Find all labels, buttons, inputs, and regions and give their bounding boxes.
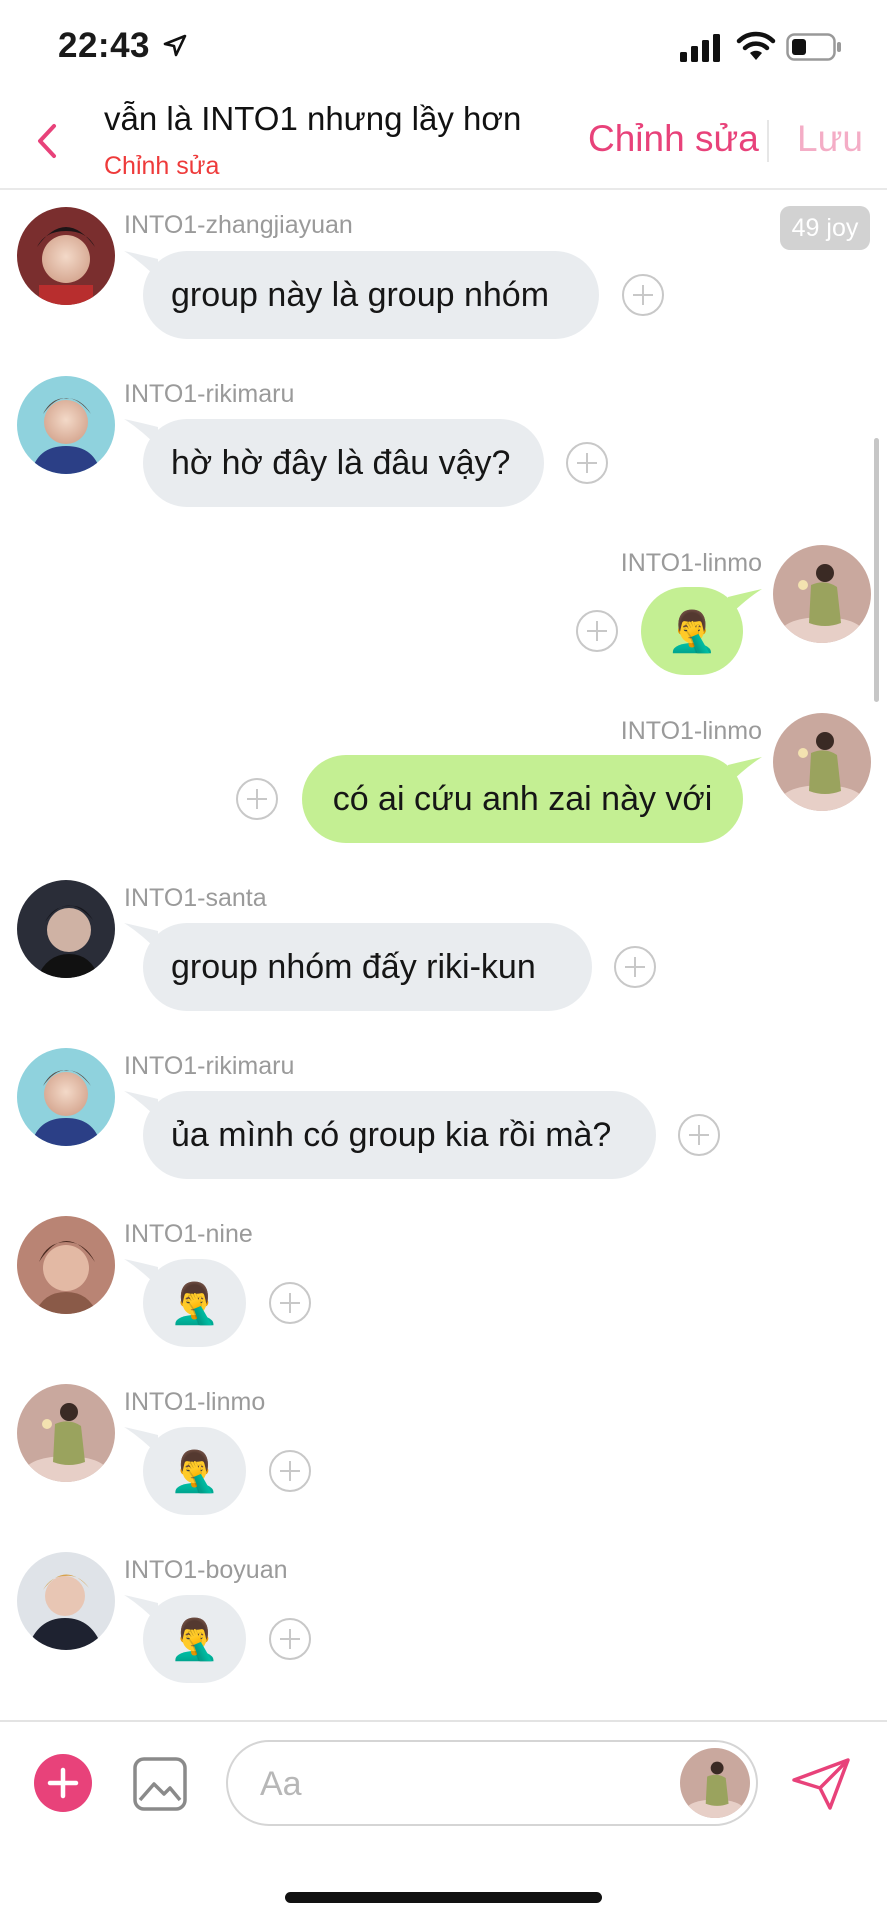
avatar-zhangjiayuan[interactable]	[17, 207, 115, 305]
message-bubble[interactable]: 🤦‍♂️	[143, 1595, 246, 1683]
image-icon[interactable]	[132, 1756, 188, 1812]
add-button[interactable]	[34, 1754, 92, 1812]
battery-icon	[786, 33, 841, 61]
back-button[interactable]	[30, 118, 66, 164]
react-add-button[interactable]	[575, 609, 619, 653]
message-input-container[interactable]	[226, 1740, 758, 1826]
sender-name: INTO1-linmo	[620, 549, 762, 577]
avatar-rikimaru[interactable]	[17, 1048, 115, 1146]
save-button[interactable]: Lưu	[797, 118, 863, 160]
send-icon[interactable]	[790, 1756, 852, 1812]
react-add-button[interactable]	[621, 273, 665, 317]
sender-name: INTO1-linmo	[620, 717, 762, 745]
edit-button[interactable]: Chỉnh sửa	[588, 118, 759, 160]
location-arrow-icon	[163, 34, 187, 57]
avatar-santa[interactable]	[17, 880, 115, 978]
header-divider	[767, 120, 769, 162]
message-bubble[interactable]: ủa mình có group kia rồi mà?	[143, 1091, 656, 1179]
chat-subtitle-edit[interactable]: Chỉnh sửa	[104, 152, 219, 181]
message-bubble[interactable]: có ai cứu anh zai này với	[302, 755, 743, 843]
chat-title: vẫn là INTO1 nhưng lầy hơn	[104, 100, 522, 137]
plus-icon	[47, 1767, 79, 1799]
react-add-button[interactable]	[565, 441, 609, 485]
react-add-button[interactable]	[613, 945, 657, 989]
sender-name: INTO1-nine	[124, 1220, 253, 1248]
header-divider-line	[0, 188, 887, 190]
message-bubble[interactable]: 🤦‍♂️	[143, 1259, 246, 1347]
composer-divider	[0, 1720, 887, 1722]
react-add-button[interactable]	[268, 1449, 312, 1493]
status-time: 22:43	[58, 26, 151, 65]
avatar-linmo[interactable]	[773, 545, 871, 643]
joy-badge: 49 joy	[780, 206, 870, 250]
message-bubble[interactable]: 🤦‍♂️	[143, 1427, 246, 1515]
react-add-button[interactable]	[235, 777, 279, 821]
message-bubble[interactable]: hờ hờ đây là đâu vậy?	[143, 419, 544, 507]
sender-name: INTO1-zhangjiayuan	[124, 211, 353, 239]
react-add-button[interactable]	[268, 1281, 312, 1325]
react-add-button[interactable]	[268, 1617, 312, 1661]
message-input[interactable]	[258, 1760, 642, 1808]
home-indicator	[285, 1892, 602, 1903]
avatar-linmo[interactable]	[773, 713, 871, 811]
avatar-boyuan[interactable]	[17, 1552, 115, 1650]
message-bubble[interactable]: group này là group nhóm	[143, 251, 599, 339]
sender-name: INTO1-rikimaru	[124, 380, 295, 408]
sender-name: INTO1-rikimaru	[124, 1052, 295, 1080]
avatar-linmo[interactable]	[17, 1384, 115, 1482]
sender-name: INTO1-santa	[124, 884, 267, 912]
avatar-nine[interactable]	[17, 1216, 115, 1314]
sender-name: INTO1-linmo	[124, 1388, 266, 1416]
scrollbar[interactable]	[874, 438, 879, 702]
avatar-rikimaru[interactable]	[17, 376, 115, 474]
message-bubble[interactable]: 🤦‍♂️	[641, 587, 743, 675]
signal-icon	[680, 34, 720, 62]
wifi-icon	[736, 31, 776, 60]
react-add-button[interactable]	[677, 1113, 721, 1157]
input-avatar[interactable]	[680, 1748, 750, 1818]
message-bubble[interactable]: group nhóm đấy riki-kun	[143, 923, 592, 1011]
sender-name: INTO1-boyuan	[124, 1556, 288, 1584]
